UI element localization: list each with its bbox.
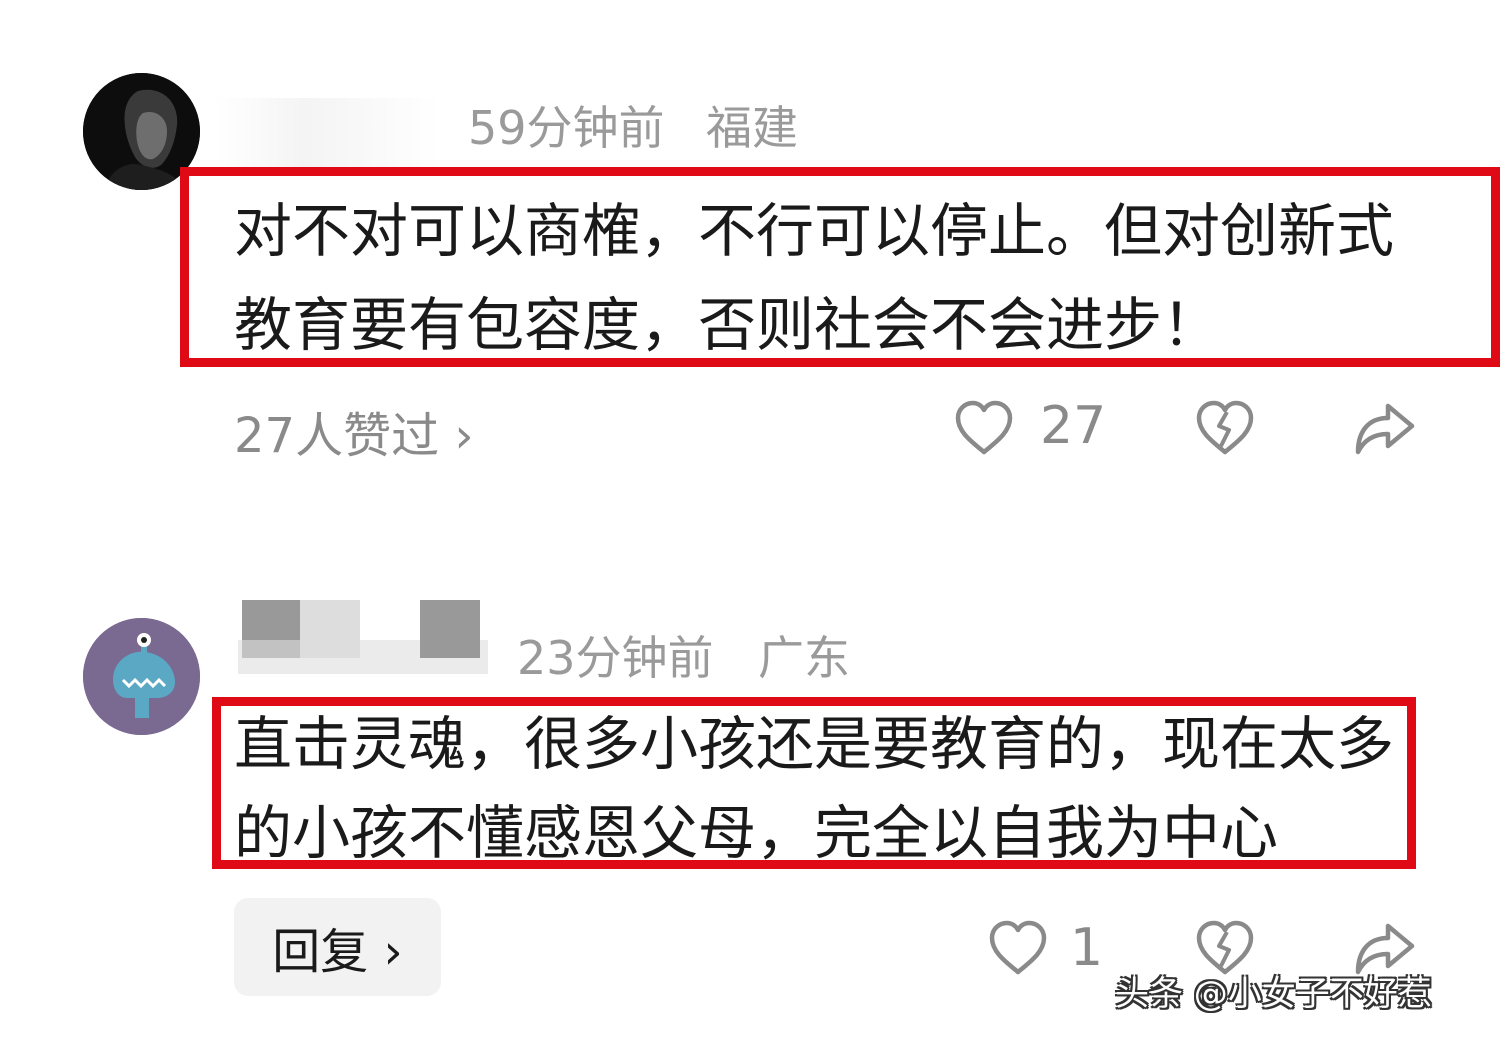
comment-time: 23分钟前 [517,631,714,685]
comment-text-line: 教育要有包容度，否则社会不会进步！ [234,291,1221,359]
like-count: 27 [1040,396,1107,456]
comment-text-line: 直击灵魂，很多小孩还是要教育的，现在太多 [234,710,1395,778]
username-blurred [420,600,480,658]
broken-heart-icon[interactable] [1193,398,1257,458]
watermark: 头条 @小女子不好惹 [1115,974,1432,1014]
username-blurred [215,98,440,176]
reply-button[interactable]: 回复 › [234,898,441,996]
likes-summary-link[interactable]: 27人赞过 › [234,396,474,466]
like-count: 1 [1070,918,1104,978]
comment-time: 59分钟前 [468,101,665,155]
heart-icon[interactable] [986,918,1050,978]
comment-location: 广东 [758,631,850,685]
comment-location: 福建 [706,101,798,155]
share-icon[interactable] [1352,398,1416,458]
comment-text-line: 的小孩不懂感恩父母，完全以自我为中心 [234,799,1279,867]
avatar[interactable] [83,618,200,735]
comment-text-line: 对不对可以商榷，不行可以停止。但对创新式 [234,197,1395,265]
heart-icon[interactable] [952,398,1016,458]
